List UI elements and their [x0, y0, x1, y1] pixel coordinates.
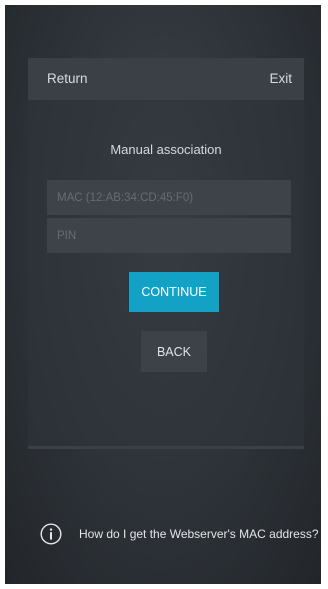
top-bar: Return Exit	[28, 58, 304, 100]
association-panel: Return Exit Manual association CONTINUE …	[28, 58, 304, 449]
page-title: Manual association	[110, 142, 222, 157]
mac-address-input[interactable]	[47, 180, 291, 215]
info-icon	[40, 523, 62, 545]
continue-button[interactable]: CONTINUE	[129, 272, 219, 312]
pin-input[interactable]	[47, 218, 291, 253]
app-screen: Return Exit Manual association CONTINUE …	[5, 5, 321, 584]
exit-button[interactable]: Exit	[269, 71, 292, 86]
back-button[interactable]: BACK	[141, 331, 207, 372]
help-text: How do I get the Webserver's MAC address…	[79, 527, 319, 541]
return-button[interactable]: Return	[47, 71, 88, 86]
